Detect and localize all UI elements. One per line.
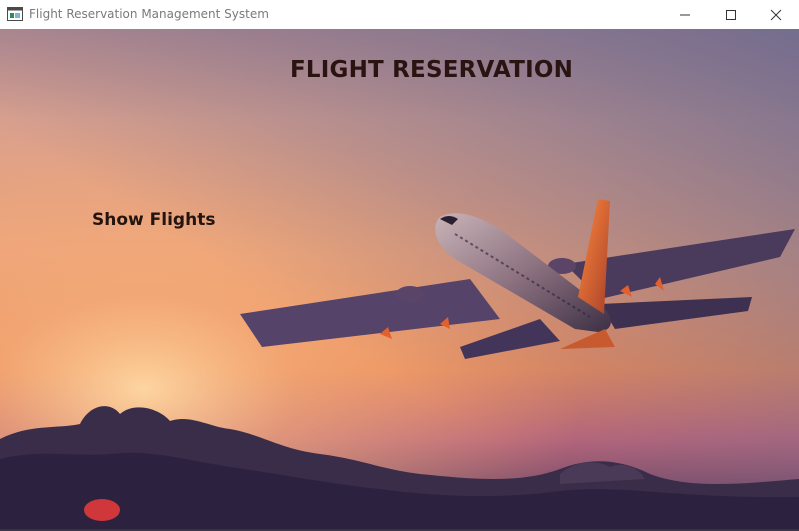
close-icon bbox=[770, 9, 782, 20]
maximize-button[interactable] bbox=[708, 0, 754, 29]
title-bar[interactable]: Flight Reservation Management System bbox=[0, 0, 799, 29]
minimize-button[interactable] bbox=[662, 0, 708, 29]
page-title: FLIGHT RESERVATION bbox=[290, 57, 574, 83]
show-flights-button[interactable]: Show Flights bbox=[92, 210, 215, 230]
close-button[interactable] bbox=[753, 0, 799, 29]
app-icon bbox=[7, 7, 23, 21]
minimize-icon bbox=[680, 14, 690, 15]
main-panel: FLIGHT RESERVATION Show Flights bbox=[0, 29, 799, 529]
airplane-sunset-image bbox=[0, 29, 799, 529]
app-window: Flight Reservation Management System FLI… bbox=[0, 0, 799, 531]
window-title: Flight Reservation Management System bbox=[29, 7, 269, 21]
maximize-icon bbox=[726, 9, 736, 20]
